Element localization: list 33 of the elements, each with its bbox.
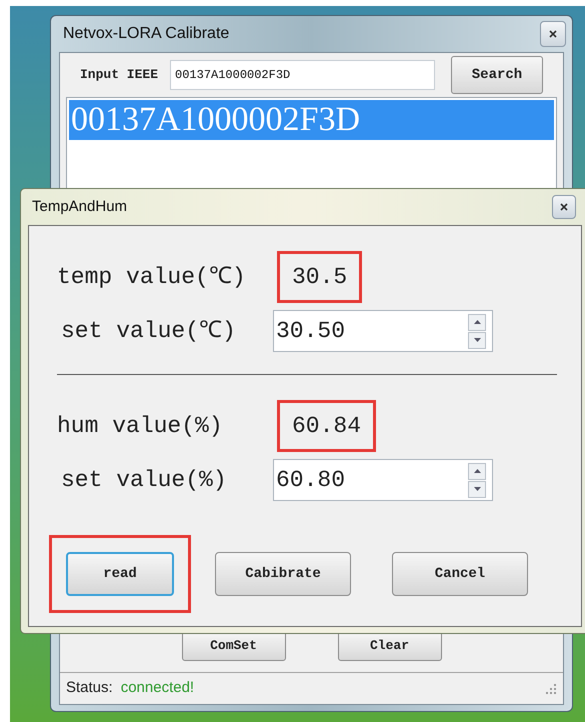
reading-label: temp value(℃) — [57, 262, 247, 292]
window-title: Netvox-LORA Calibrate — [63, 24, 230, 44]
close-button[interactable] — [552, 195, 576, 219]
set-value-spinbox[interactable]: 60.80 — [273, 459, 493, 501]
spin-up-button[interactable] — [468, 462, 486, 480]
close-icon — [549, 30, 557, 38]
search-button[interactable]: Search — [451, 56, 543, 94]
ieee-input-field[interactable]: 00137A1000002F3D — [170, 60, 436, 90]
set-label: set value(℃) — [61, 316, 237, 346]
window-button[interactable]: Clear — [338, 631, 442, 661]
resize-grip-icon — [545, 682, 557, 694]
dialog-button[interactable]: Cabibrate — [215, 552, 351, 596]
reading-value: 60.84 — [277, 400, 376, 452]
status-label: Status: — [66, 678, 113, 698]
reading-value: 30.5 — [277, 250, 362, 304]
window-button[interactable]: ComSet — [182, 631, 286, 661]
up-arrow-icon — [474, 320, 480, 324]
status-text: connected! — [120, 678, 194, 698]
spin-up-button[interactable] — [468, 314, 486, 330]
reading-label: hum value(%) — [57, 412, 224, 441]
spin-down-button[interactable] — [468, 480, 486, 498]
up-arrow-icon — [474, 469, 480, 473]
down-arrow-icon — [474, 338, 480, 342]
close-button[interactable] — [540, 21, 566, 47]
dialog-title: TempAndHum — [32, 196, 128, 217]
set-value-spinbox[interactable]: 30.50 — [273, 310, 493, 352]
down-arrow-icon — [474, 487, 480, 491]
set-label: set value(%) — [61, 466, 228, 495]
close-icon — [560, 203, 568, 211]
spin-down-button[interactable] — [468, 332, 486, 348]
input-label: Input IEEE — [80, 66, 158, 84]
dialog-button[interactable]: Cancel — [392, 552, 528, 596]
dialog-button[interactable]: read — [66, 552, 174, 596]
